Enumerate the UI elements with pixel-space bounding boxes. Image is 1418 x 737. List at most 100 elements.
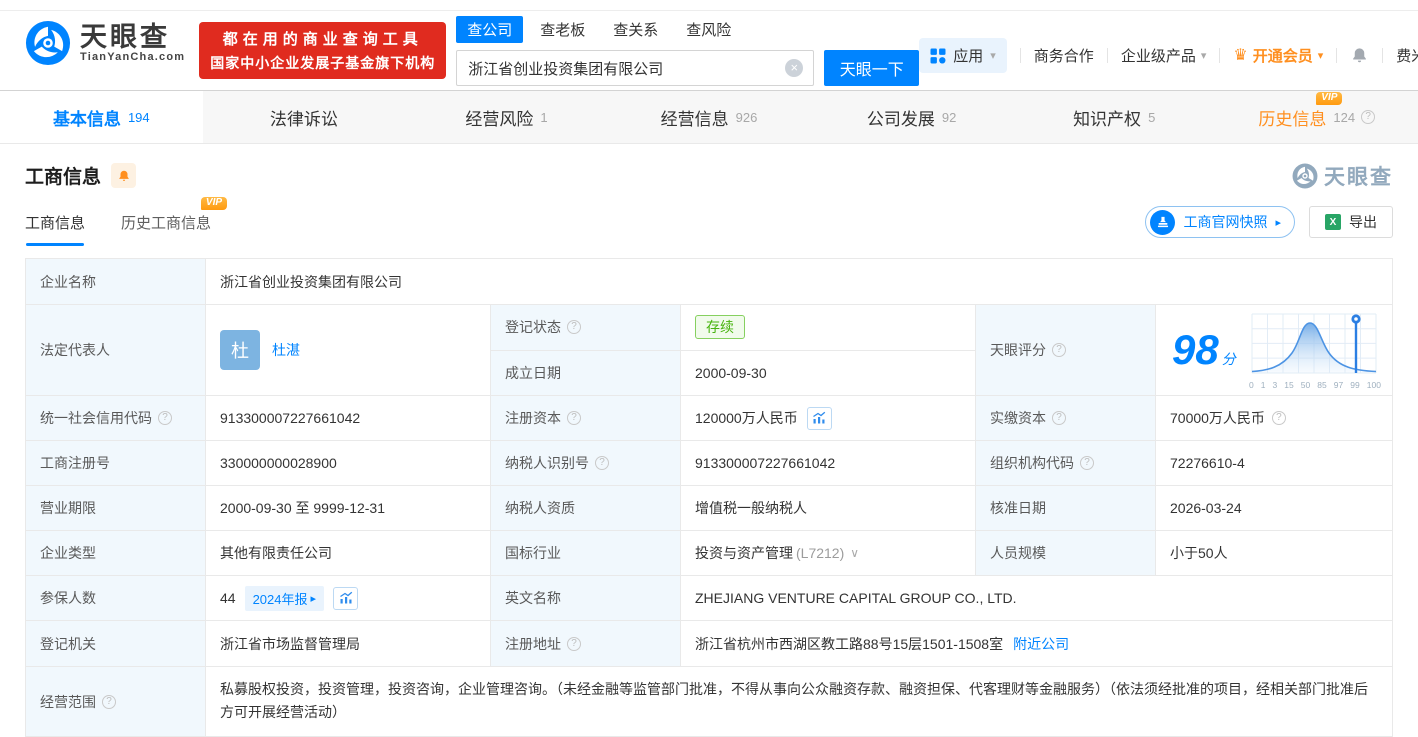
field-value-credit-code: 913300007227661042: [206, 396, 491, 440]
tab-operating-risk[interactable]: 经营风险 1: [405, 91, 608, 143]
insured-trend-icon[interactable]: [333, 586, 359, 610]
field-label-business-scope: 经营范围 ?: [26, 667, 206, 736]
nav-user-menu[interactable]: 费米 ▾: [1396, 45, 1418, 66]
business-cooperation-label: 商务合作: [1033, 48, 1094, 65]
help-icon[interactable]: ?: [1080, 456, 1094, 470]
field-value-legal-rep: 杜 杜湛: [206, 305, 491, 395]
capital-trend-icon[interactable]: [806, 406, 832, 430]
nav-enterprise-products[interactable]: 企业级产品 ▾: [1121, 45, 1207, 66]
tab-label: 经营信息: [660, 109, 729, 129]
field-value-staff-size: 小于50人: [1170, 545, 1228, 561]
field-value-industry: 投资与资产管理 (L7212) ∨: [681, 531, 976, 575]
score-value: 98: [1172, 326, 1219, 373]
score-unit: 分: [1221, 351, 1236, 367]
help-icon[interactable]: ?: [595, 456, 609, 470]
field-label-establish-date: 成立日期: [491, 350, 681, 395]
field-value-business-scope: 私募股权投资，投资管理，投资咨询，企业管理咨询。（未经金融等监管部门批准，不得从…: [220, 681, 1368, 720]
field-value-paid-capital: 70000万人民币 ?: [1156, 396, 1392, 440]
help-icon[interactable]: ?: [567, 636, 581, 651]
tab-count: 1: [540, 109, 548, 125]
field-label-company-name: 企业名称: [26, 259, 206, 304]
username-label: 费米: [1396, 48, 1418, 65]
help-icon[interactable]: ?: [1361, 110, 1376, 124]
tab-history-info[interactable]: VIP 历史信息 124 ?: [1215, 91, 1418, 143]
help-icon[interactable]: ?: [1052, 343, 1066, 357]
export-button[interactable]: X 导出: [1309, 206, 1393, 238]
field-label-insured: 参保人数: [26, 576, 206, 620]
legal-rep-name-link[interactable]: 杜湛: [272, 340, 300, 360]
tianyancha-logo[interactable]: 天眼查 TianYanCha.com: [25, 20, 185, 66]
legal-rep-avatar[interactable]: 杜: [220, 330, 260, 370]
tab-intellectual-property[interactable]: 知识产权 5: [1013, 91, 1216, 143]
tab-count: 926: [735, 109, 758, 125]
subtab-business-registration[interactable]: 工商信息: [25, 212, 85, 246]
search-submit-button[interactable]: 天眼一下: [824, 50, 920, 86]
nav-separator: [1336, 48, 1338, 63]
official-snapshot-button[interactable]: 工商官网快照 ▸: [1145, 206, 1295, 238]
search-tab-relation[interactable]: 查关系: [602, 16, 669, 43]
apps-label: 应用: [953, 48, 984, 65]
help-icon[interactable]: ?: [1052, 411, 1066, 425]
excel-icon: X: [1325, 214, 1341, 230]
search-tab-risk[interactable]: 查风险: [675, 16, 742, 43]
promo-banner: 都在用的商业查询工具 国家中小企业发展子基金旗下机构: [199, 22, 447, 79]
chevron-down-icon[interactable]: ∨: [850, 546, 859, 560]
field-value-company-name: 浙江省创业投资集团有限公司: [220, 273, 402, 290]
search-tab-boss[interactable]: 查老板: [529, 16, 596, 43]
vip-badge: VIP: [200, 197, 228, 210]
subtab-history-registration[interactable]: VIP 历史工商信息: [121, 197, 228, 246]
field-label-reg-number: 工商注册号: [26, 441, 206, 485]
help-icon[interactable]: ?: [567, 411, 581, 425]
field-value-english-name: ZHEJIANG VENTURE CAPITAL GROUP CO., LTD.: [695, 590, 1017, 606]
field-label-reg-status: 登记状态 ?: [491, 305, 681, 350]
banner-line1: 都在用的商业查询工具: [222, 31, 423, 48]
nearby-companies-link[interactable]: 附近公司: [1013, 634, 1069, 654]
tab-company-development[interactable]: 公司发展 92: [810, 91, 1013, 143]
field-value-taxpayer-quality: 增值税一般纳税人: [681, 486, 976, 530]
tab-count: 5: [1148, 109, 1156, 125]
tab-label: 基本信息: [52, 109, 121, 129]
tab-business-info[interactable]: 经营信息 926: [608, 91, 811, 143]
arrow-right-icon: ▸: [310, 592, 317, 605]
field-value-score: 98 分 0 1 3 15 50 85 97 99 100: [1156, 305, 1392, 395]
search-input[interactable]: [457, 51, 814, 85]
company-tabbar: 基本信息 194 法律诉讼 经营风险 1 经营信息 926 公司发展 92 知识…: [0, 90, 1418, 144]
field-label-score: 天眼评分 ?: [976, 305, 1156, 395]
monitor-bell-button[interactable]: [111, 163, 137, 188]
field-label-reg-authority: 登记机关: [26, 621, 206, 666]
tab-basic-info[interactable]: 基本信息 194: [0, 91, 203, 143]
field-label-industry: 国标行业: [491, 531, 681, 575]
nav-separator: [1106, 48, 1108, 63]
score-distribution-chart[interactable]: 01 3 15 50 85 97 99 100: [1248, 310, 1382, 390]
watermark-logo-icon: [1292, 163, 1318, 188]
search-tabs: 查公司 查老板 查关系 查风险: [456, 16, 919, 43]
search-area: 查公司 查老板 查关系 查风险 × 天眼一下: [456, 16, 920, 86]
annual-report-badge[interactable]: 2024年报 ▸: [244, 585, 325, 611]
nav-separator: [1382, 48, 1384, 63]
enterprise-products-label: 企业级产品: [1120, 48, 1196, 65]
crown-icon: ♛: [1233, 46, 1248, 64]
field-label-credit-code: 统一社会信用代码 ?: [26, 396, 206, 440]
field-value-reg-authority: 浙江省市场监督管理局: [206, 621, 491, 666]
field-value-business-term: 2000-09-30 至 9999-12-31: [206, 486, 491, 530]
field-value-company-type: 其他有限责任公司: [206, 531, 491, 575]
nav-business-cooperation[interactable]: 商务合作: [1034, 45, 1094, 66]
help-icon[interactable]: ?: [1271, 411, 1286, 425]
field-label-org-code: 组织机构代码 ?: [976, 441, 1156, 485]
nav-open-vip[interactable]: ♛ 开通会员 ▾: [1233, 45, 1323, 66]
apps-menu[interactable]: 应用 ▾: [919, 38, 1007, 73]
notification-bell-icon[interactable]: [1350, 46, 1369, 65]
help-icon[interactable]: ?: [567, 320, 581, 335]
field-label-legal-rep: 法定代表人: [26, 305, 206, 395]
help-icon[interactable]: ?: [102, 694, 116, 709]
subtab-label: 历史工商信息: [121, 215, 212, 232]
help-icon[interactable]: ?: [158, 411, 172, 425]
tab-count: 124: [1333, 109, 1356, 125]
field-value-reg-capital: 120000万人民币: [681, 396, 976, 440]
search-tab-company[interactable]: 查公司: [456, 16, 524, 43]
tab-legal-proceedings[interactable]: 法律诉讼: [203, 91, 406, 143]
tianyancha-watermark: 天眼查: [1292, 161, 1393, 191]
logo-title: 天眼查: [80, 21, 170, 52]
section-title: 工商信息: [25, 167, 102, 188]
field-value-approval-date: 2026-03-24: [1170, 500, 1242, 516]
